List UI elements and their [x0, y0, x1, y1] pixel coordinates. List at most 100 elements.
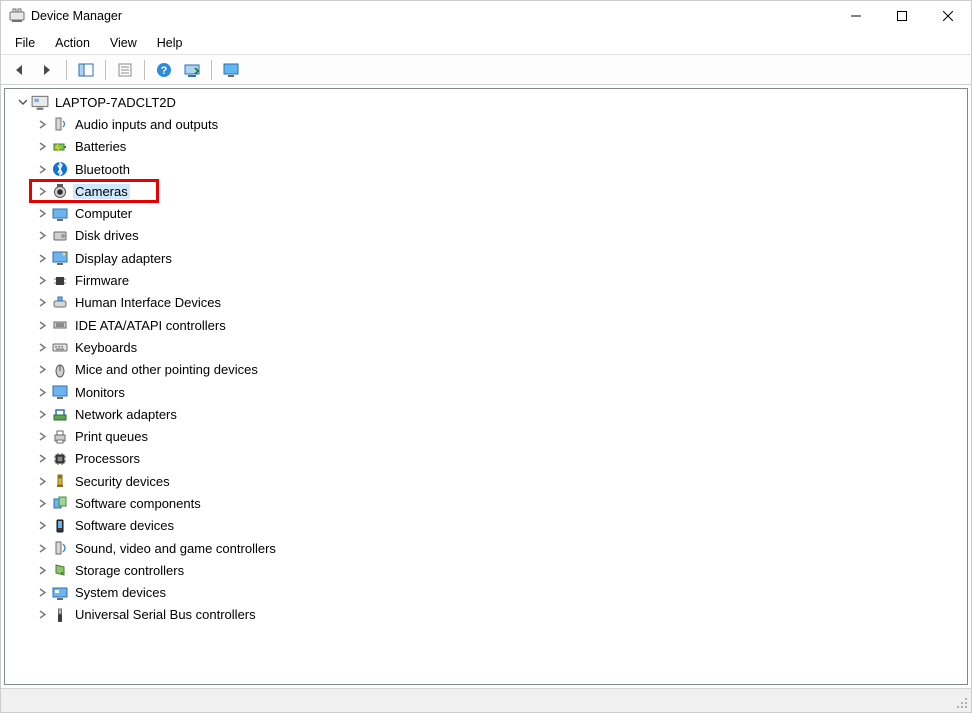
- expand-icon[interactable]: [35, 207, 49, 221]
- firmware-icon: [51, 272, 69, 290]
- expand-icon[interactable]: [35, 519, 49, 533]
- category-label: Batteries: [73, 139, 128, 154]
- close-button[interactable]: [925, 1, 971, 31]
- category-label: Display adapters: [73, 251, 174, 266]
- network-icon: [51, 405, 69, 423]
- tree-category-node[interactable]: Processors: [35, 448, 967, 470]
- tree-root-node[interactable]: LAPTOP-7ADCLT2D: [15, 91, 967, 113]
- tree-category-node[interactable]: Batteries: [35, 136, 967, 158]
- processor-icon: [51, 450, 69, 468]
- expand-icon[interactable]: [35, 430, 49, 444]
- expand-icon[interactable]: [35, 496, 49, 510]
- printer-icon: [51, 428, 69, 446]
- speaker-icon: [51, 115, 69, 133]
- expand-icon[interactable]: [35, 274, 49, 288]
- toolbar-separator: [105, 60, 106, 80]
- window-title: Device Manager: [31, 9, 122, 23]
- expand-icon[interactable]: [35, 586, 49, 600]
- expand-icon[interactable]: [35, 162, 49, 176]
- software-comp-icon: [51, 494, 69, 512]
- tree-category-node[interactable]: Disk drives: [35, 225, 967, 247]
- sound-icon: [51, 539, 69, 557]
- tree-category-node[interactable]: Human Interface Devices: [35, 292, 967, 314]
- tree-category-node[interactable]: Display adapters: [35, 247, 967, 269]
- expand-icon[interactable]: [35, 452, 49, 466]
- category-label: Storage controllers: [73, 563, 186, 578]
- category-label: Cameras: [73, 184, 130, 199]
- category-label: Human Interface Devices: [73, 295, 223, 310]
- expand-icon[interactable]: [35, 541, 49, 555]
- expand-icon[interactable]: [35, 407, 49, 421]
- tree-category-node[interactable]: Computer: [35, 202, 967, 224]
- computer-icon: [51, 205, 69, 223]
- category-label: Network adapters: [73, 407, 179, 422]
- expand-icon[interactable]: [35, 385, 49, 399]
- tree-category-node[interactable]: Firmware: [35, 269, 967, 291]
- tree-category-node[interactable]: System devices: [35, 582, 967, 604]
- tree-category-node[interactable]: Bluetooth: [35, 158, 967, 180]
- expand-icon[interactable]: [35, 563, 49, 577]
- maximize-button[interactable]: [879, 1, 925, 31]
- tree-category-node[interactable]: Cameras: [35, 180, 967, 202]
- usb-icon: [51, 606, 69, 624]
- tree-category-node[interactable]: Security devices: [35, 470, 967, 492]
- tree-category-node[interactable]: Universal Serial Bus controllers: [35, 604, 967, 626]
- expand-icon[interactable]: [35, 229, 49, 243]
- tree-category-node[interactable]: Network adapters: [35, 403, 967, 425]
- expand-icon[interactable]: [35, 608, 49, 622]
- tree-category-node[interactable]: Software components: [35, 492, 967, 514]
- security-icon: [51, 472, 69, 490]
- resize-grip-icon[interactable]: [956, 697, 968, 709]
- category-label: Monitors: [73, 385, 127, 400]
- toolbar-back-button[interactable]: [7, 58, 31, 82]
- expand-icon[interactable]: [35, 140, 49, 154]
- menu-view[interactable]: View: [100, 34, 147, 52]
- device-tree-pane[interactable]: LAPTOP-7ADCLT2D Audio inputs and outputs…: [4, 88, 968, 685]
- tree-category-node[interactable]: Storage controllers: [35, 559, 967, 581]
- tree-category-node[interactable]: IDE ATA/ATAPI controllers: [35, 314, 967, 336]
- category-label: Processors: [73, 451, 142, 466]
- category-label: Software devices: [73, 518, 176, 533]
- expand-icon[interactable]: [35, 117, 49, 131]
- toolbar-help-button[interactable]: ?: [152, 58, 176, 82]
- tree-category-node[interactable]: Monitors: [35, 381, 967, 403]
- toolbar-monitor-button[interactable]: [219, 58, 243, 82]
- menu-bar: File Action View Help: [1, 31, 971, 55]
- expand-icon[interactable]: [35, 184, 49, 198]
- tree-category-node[interactable]: Software devices: [35, 515, 967, 537]
- computer-icon: [31, 93, 49, 111]
- category-label: Audio inputs and outputs: [73, 117, 220, 132]
- expand-icon[interactable]: [35, 340, 49, 354]
- toolbar-scan-button[interactable]: [180, 58, 204, 82]
- toolbar-separator: [211, 60, 212, 80]
- collapse-icon[interactable]: [15, 95, 29, 109]
- tree-category-node[interactable]: Print queues: [35, 425, 967, 447]
- root-label: LAPTOP-7ADCLT2D: [53, 95, 178, 110]
- category-label: System devices: [73, 585, 168, 600]
- toolbar-console-tree-button[interactable]: [74, 58, 98, 82]
- toolbar-separator: [66, 60, 67, 80]
- tree-category-node[interactable]: Audio inputs and outputs: [35, 113, 967, 135]
- toolbar-properties-button[interactable]: [113, 58, 137, 82]
- expand-icon[interactable]: [35, 251, 49, 265]
- display-icon: [51, 249, 69, 267]
- title-bar: Device Manager: [1, 1, 971, 31]
- tree-category-node[interactable]: Sound, video and game controllers: [35, 537, 967, 559]
- expand-icon[interactable]: [35, 318, 49, 332]
- minimize-button[interactable]: [833, 1, 879, 31]
- expand-icon[interactable]: [35, 296, 49, 310]
- category-label: Software components: [73, 496, 203, 511]
- menu-help[interactable]: Help: [147, 34, 193, 52]
- software-dev-icon: [51, 517, 69, 535]
- disk-icon: [51, 227, 69, 245]
- toolbar: ?: [1, 55, 971, 85]
- expand-icon[interactable]: [35, 363, 49, 377]
- toolbar-forward-button[interactable]: [35, 58, 59, 82]
- tree-category-node[interactable]: Mice and other pointing devices: [35, 359, 967, 381]
- monitor-icon: [51, 383, 69, 401]
- menu-action[interactable]: Action: [45, 34, 100, 52]
- menu-file[interactable]: File: [5, 34, 45, 52]
- tree-category-node[interactable]: Keyboards: [35, 336, 967, 358]
- category-label: Security devices: [73, 474, 172, 489]
- expand-icon[interactable]: [35, 474, 49, 488]
